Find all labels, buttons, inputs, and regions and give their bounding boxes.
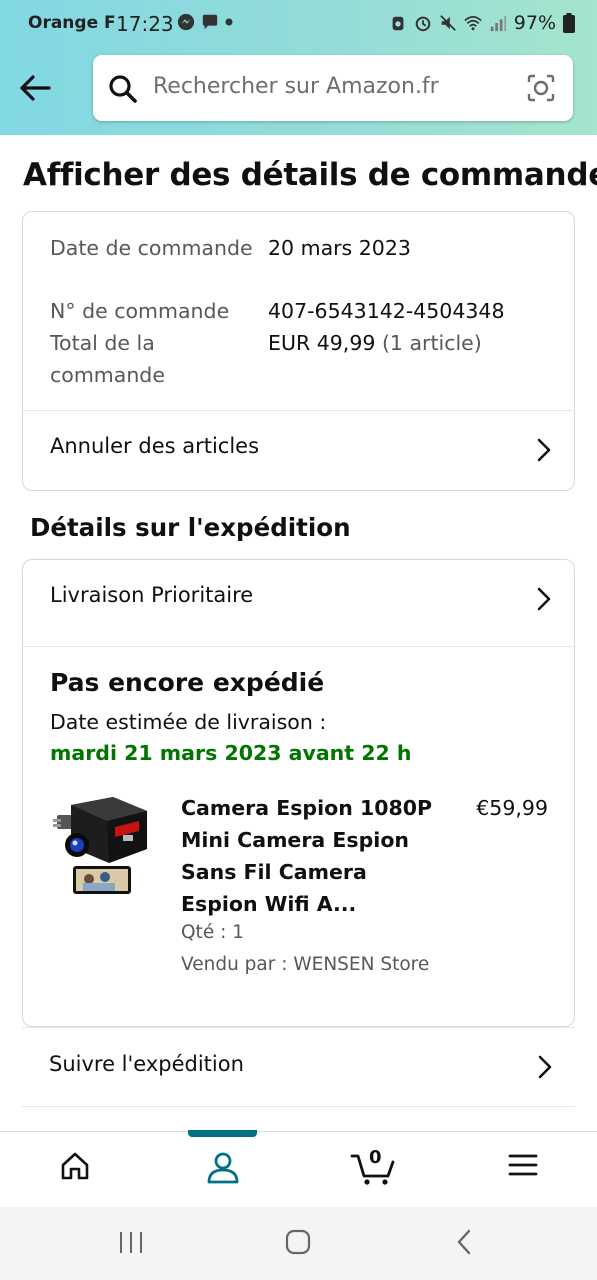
search-icon bbox=[109, 75, 137, 103]
chevron-right-icon bbox=[538, 1055, 552, 1079]
recent-apps-icon[interactable] bbox=[118, 1227, 144, 1257]
order-total-items: (1 article) bbox=[381, 331, 482, 355]
back-button-icon[interactable] bbox=[453, 1227, 475, 1257]
app-header: Orange F 17:23 97% Rechercher sur Amazon… bbox=[0, 0, 597, 135]
product-image[interactable] bbox=[53, 793, 151, 898]
eta-value: mardi 21 mars 2023 avant 22 h bbox=[50, 741, 412, 765]
order-date-value: 20 mars 2023 bbox=[268, 236, 411, 260]
messenger-icon bbox=[177, 13, 195, 31]
mute-icon bbox=[439, 15, 456, 31]
order-number-value: 407-6543142-4504348 bbox=[268, 299, 505, 323]
tab-menu[interactable] bbox=[448, 1132, 597, 1208]
search-input[interactable]: Rechercher sur Amazon.fr bbox=[153, 74, 439, 99]
clock-icon bbox=[415, 16, 431, 32]
order-total-amount: EUR 49,99 bbox=[268, 331, 376, 355]
track-shipment-label: Suivre l'expédition bbox=[49, 1052, 244, 1076]
status-time: 17:23 bbox=[116, 12, 174, 36]
signal-icon bbox=[490, 15, 506, 32]
product-quantity: Qté : 1 bbox=[181, 922, 244, 943]
tab-account[interactable] bbox=[148, 1132, 297, 1208]
track-shipment-row[interactable]: Suivre l'expédition bbox=[22, 1027, 575, 1107]
carrier-name: Orange F bbox=[28, 13, 116, 33]
eta-label: Date estimée de livraison : bbox=[50, 710, 327, 734]
order-summary-card: Date de commande 20 mars 2023 N° de comm… bbox=[22, 211, 575, 491]
battery-icon bbox=[563, 13, 575, 33]
alarm-icon bbox=[392, 16, 404, 31]
chat-icon bbox=[202, 14, 218, 30]
cancel-items-row[interactable]: Annuler des articles bbox=[23, 411, 574, 491]
account-icon bbox=[207, 1152, 238, 1184]
product-price: €59,99 bbox=[476, 796, 548, 820]
chevron-right-icon bbox=[537, 587, 551, 611]
wifi-icon bbox=[464, 16, 482, 31]
home-button-icon[interactable] bbox=[284, 1227, 312, 1257]
order-total-label: Total de la commande bbox=[50, 331, 165, 387]
cart-count-badge: 0 bbox=[369, 1147, 382, 1168]
battery-percent: 97% bbox=[513, 12, 556, 34]
search-bar[interactable]: Rechercher sur Amazon.fr bbox=[93, 55, 573, 121]
tab-home[interactable] bbox=[0, 1132, 149, 1208]
system-indicators: 97% bbox=[389, 12, 575, 34]
chevron-right-icon bbox=[537, 438, 551, 462]
product-title-link[interactable]: Camera Espion 1080P Mini Camera Espion S… bbox=[181, 792, 446, 920]
shipment-heading: Détails sur l'expédition bbox=[30, 513, 351, 542]
notification-icons bbox=[177, 13, 233, 31]
divider bbox=[23, 646, 574, 647]
shipment-status: Pas encore expédié bbox=[50, 668, 325, 697]
dot-icon bbox=[225, 18, 233, 26]
system-navigation-bar bbox=[0, 1207, 597, 1280]
tab-cart[interactable] bbox=[298, 1132, 447, 1208]
shipment-card: Livraison Prioritaire Pas encore expédié… bbox=[22, 559, 575, 1027]
product-seller: Vendu par : WENSEN Store bbox=[181, 954, 430, 975]
order-date-label: Date de commande bbox=[50, 236, 253, 260]
order-total-value: EUR 49,99 (1 article) bbox=[268, 327, 482, 359]
page-title: Afficher des détails de commande bbox=[23, 157, 597, 193]
order-number-label: N° de commande bbox=[50, 299, 230, 323]
arrow-left-icon[interactable] bbox=[17, 70, 53, 106]
bottom-tab-bar bbox=[0, 1130, 597, 1208]
menu-icon bbox=[508, 1154, 537, 1176]
delivery-type-row[interactable]: Livraison Prioritaire bbox=[23, 560, 574, 640]
cancel-items-label: Annuler des articles bbox=[50, 434, 260, 458]
home-icon bbox=[61, 1152, 88, 1180]
camera-lens-icon[interactable] bbox=[526, 73, 556, 103]
status-bar: Orange F 17:23 97% bbox=[0, 0, 597, 48]
delivery-type-label: Livraison Prioritaire bbox=[50, 583, 254, 607]
